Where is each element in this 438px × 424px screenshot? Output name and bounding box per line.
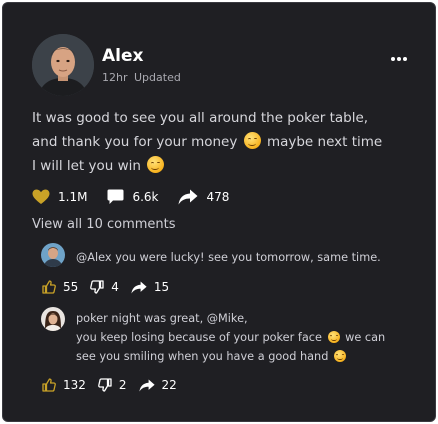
share-button[interactable]: 478 — [178, 189, 229, 205]
author-name[interactable]: Alex — [102, 46, 143, 66]
share-icon — [178, 189, 198, 205]
reply-avatar[interactable] — [41, 243, 65, 267]
reply-text: poker night was great, @Mike, you keep l… — [76, 309, 385, 366]
post-text-line-3: I will let you win — [32, 158, 141, 174]
comment-count: 6.6k — [132, 190, 159, 204]
post-time: 12hr — [102, 71, 128, 84]
reply-text-line-1: poker night was great, @Mike, — [76, 312, 248, 325]
comment-icon — [107, 189, 124, 204]
post-text: It was good to see you all around the po… — [32, 106, 416, 178]
share-count: 478 — [206, 190, 230, 204]
smile-emoji-icon — [327, 331, 340, 343]
reply-avatar-image — [41, 243, 65, 267]
smile-emoji-icon — [147, 156, 165, 173]
reply-avatar[interactable] — [41, 307, 65, 331]
author-avatar[interactable] — [32, 34, 94, 96]
thumbs-down-icon — [98, 378, 112, 392]
more-dots-icon[interactable] — [391, 55, 409, 63]
post-status: Updated — [134, 71, 181, 84]
reply-like-button[interactable]: 55 — [42, 280, 78, 294]
view-all-comments-link[interactable]: View all 10 comments — [32, 217, 176, 232]
reply-share-count: 15 — [153, 280, 170, 294]
reply-stats: 132 2 22 — [42, 378, 189, 392]
share-icon — [138, 379, 155, 391]
reply-text: @Alex you were lucky! see you tomorrow, … — [76, 251, 381, 264]
reply-text-line-2: you keep losing because of your poker fa… — [76, 331, 322, 344]
smile-emoji-icon — [334, 350, 346, 362]
post-meta: 12hr Updated — [102, 71, 181, 84]
post-text-line-1: It was good to see you all around the po… — [32, 110, 369, 126]
post-stats: 1.1M 6.6k 478 — [32, 187, 249, 207]
reply-text-line-3: see you smiling when you have a good han… — [76, 350, 329, 363]
share-icon — [131, 281, 147, 293]
reply-avatar-image — [41, 307, 65, 331]
reply-share-button[interactable]: 22 — [138, 378, 177, 392]
thumbs-down-icon — [90, 280, 104, 294]
reply-dislike-button[interactable]: 4 — [90, 280, 119, 294]
reply-stats: 55 4 15 — [42, 280, 181, 294]
reply-dislike-count: 4 — [111, 280, 119, 294]
heart-icon — [32, 189, 50, 204]
smile-emoji-icon — [243, 132, 261, 149]
reply-like-button[interactable]: 132 — [42, 378, 86, 392]
post-text-line-2b: maybe next time — [266, 134, 383, 150]
author-avatar-image — [32, 34, 94, 96]
like-button[interactable]: 1.1M — [32, 189, 87, 205]
reply-text-line-2b: we can — [345, 331, 386, 344]
reply-share-button[interactable]: 15 — [131, 280, 169, 294]
reply-like-count: 55 — [63, 280, 79, 294]
like-count: 1.1M — [58, 190, 88, 204]
thumbs-up-icon — [42, 280, 56, 294]
reply-like-count: 132 — [63, 378, 86, 392]
reply-dislike-button[interactable]: 2 — [98, 378, 127, 392]
thumbs-up-icon — [42, 378, 56, 392]
post-text-line-2a: and thank you for your money — [32, 134, 238, 150]
post-card: Alex 12hr Updated It was good to see you… — [2, 2, 436, 422]
reply-share-count: 22 — [161, 378, 177, 392]
comment-button[interactable]: 6.6k — [107, 189, 158, 205]
reply-dislike-count: 2 — [118, 378, 127, 392]
